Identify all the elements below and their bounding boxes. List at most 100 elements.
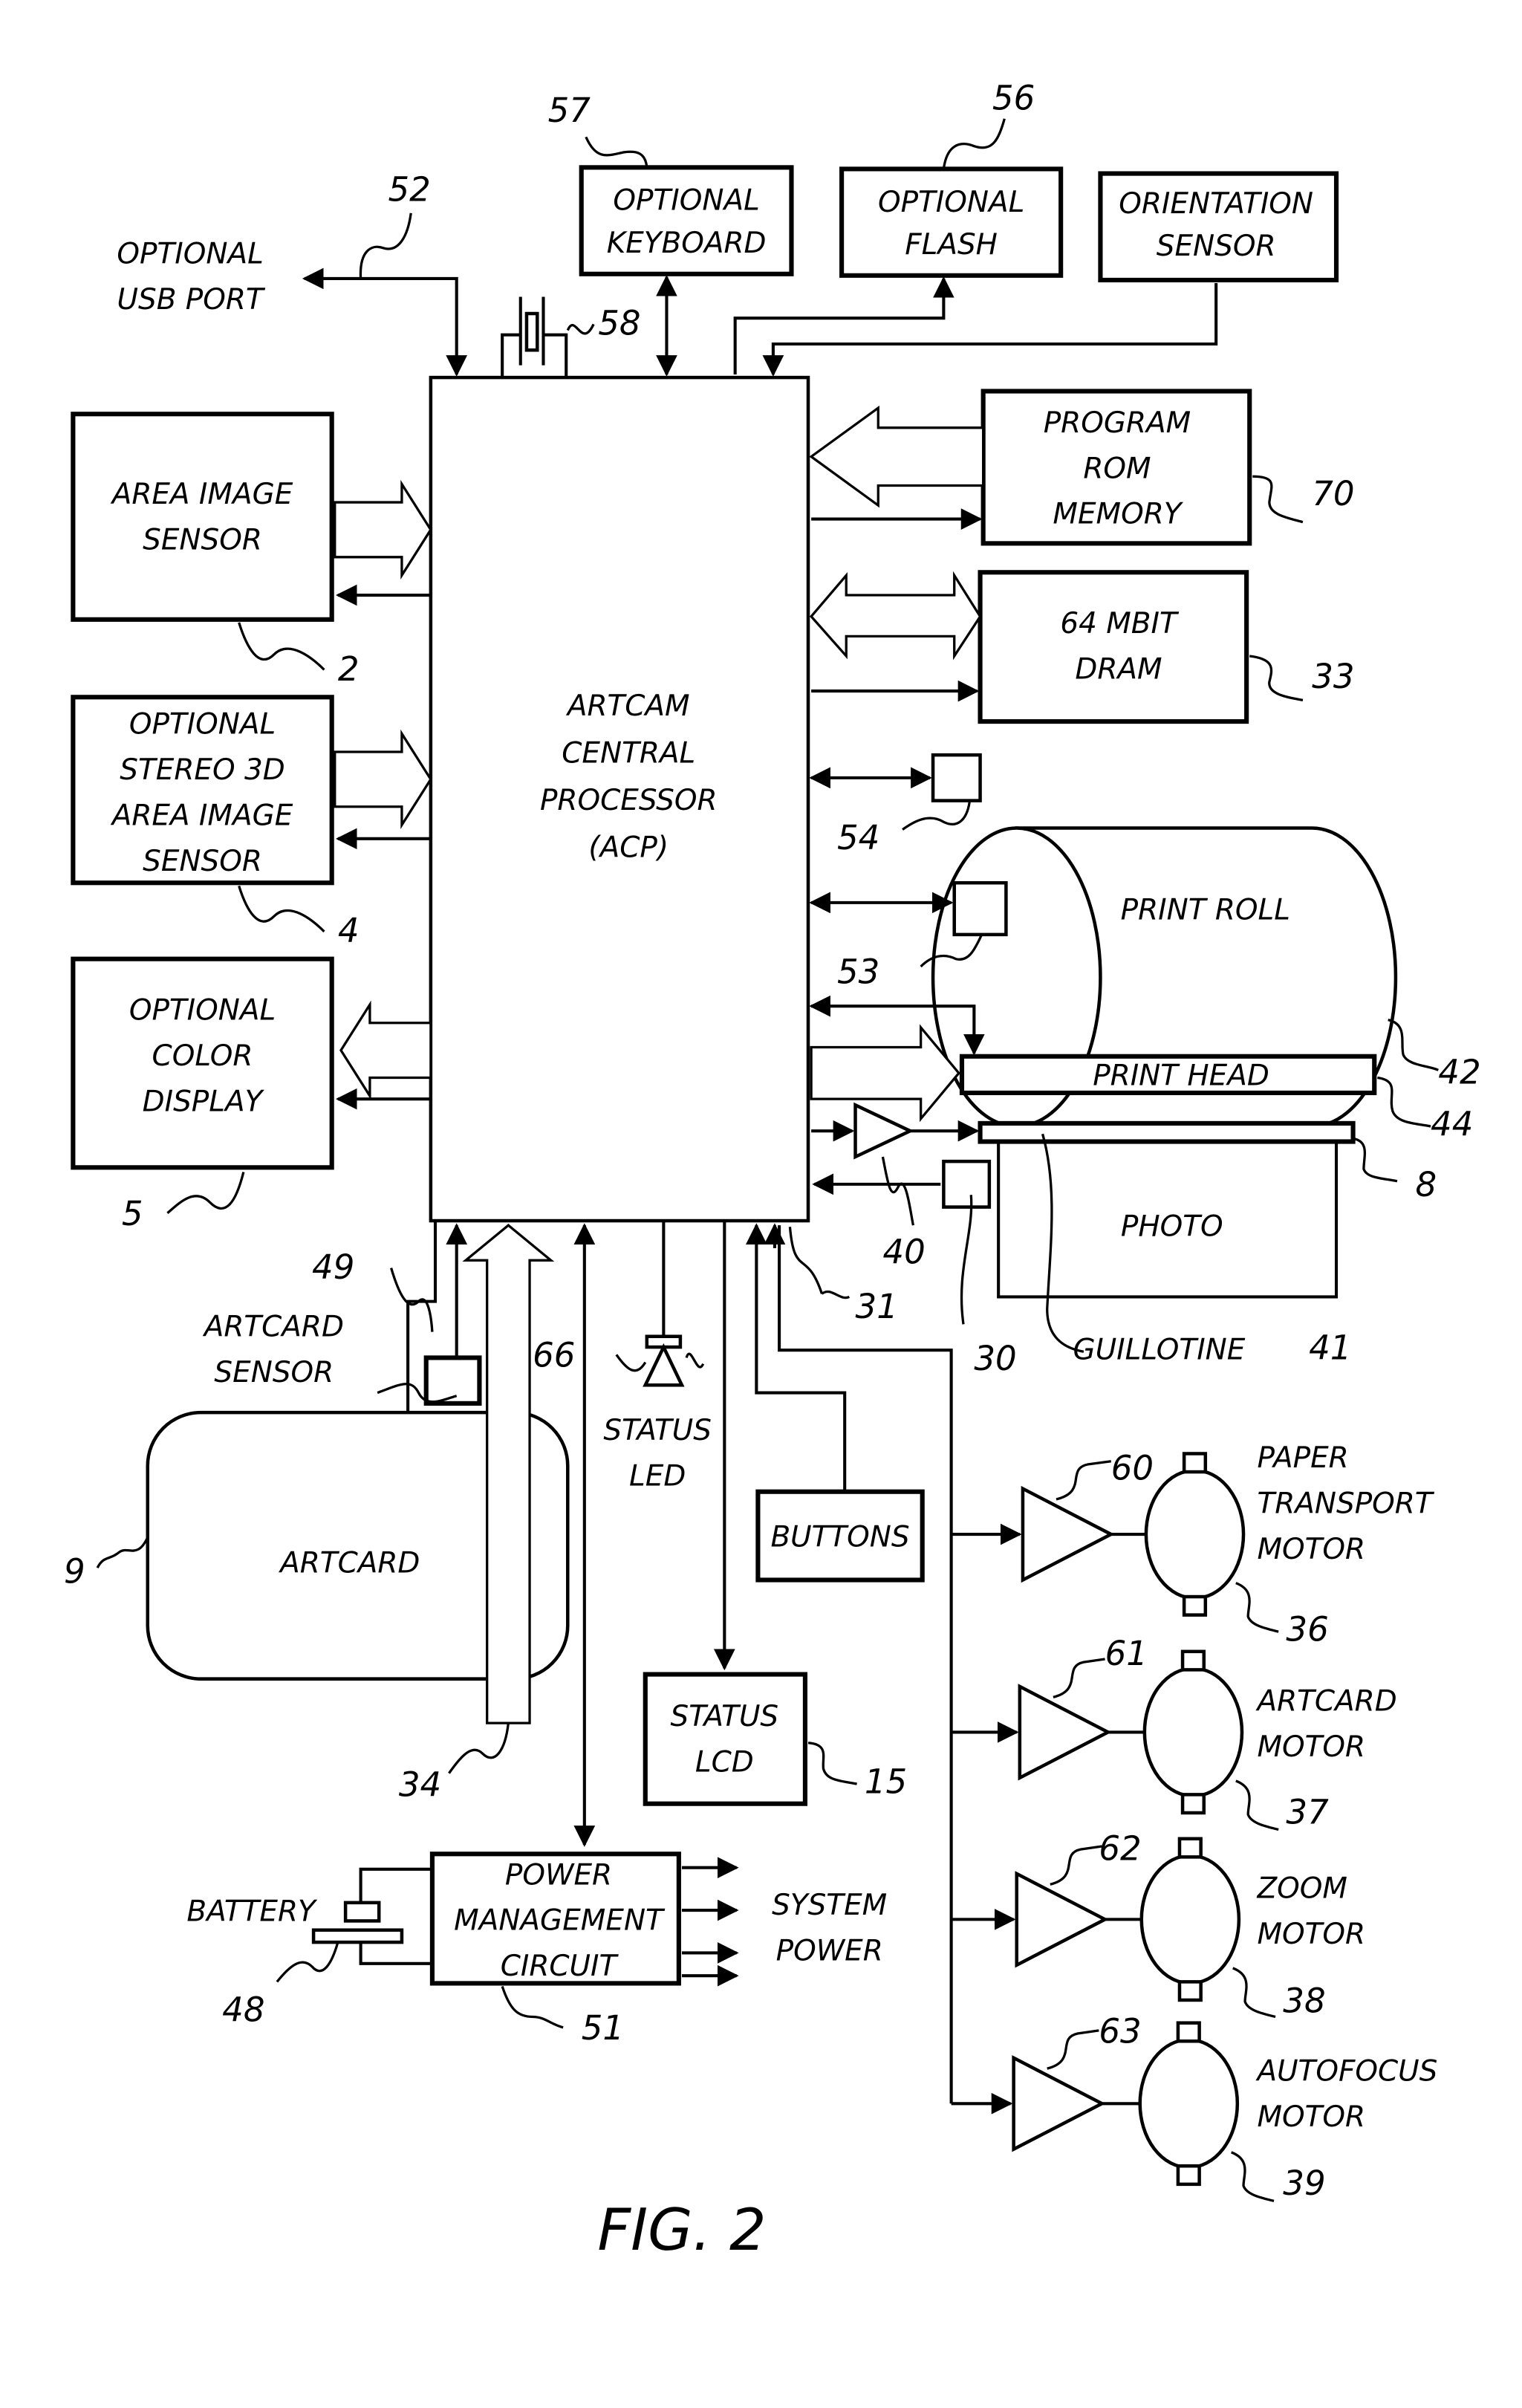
ref-15: 15 — [865, 1762, 907, 1801]
color-display-block: OPTIONAL COLOR DISPLAY 5 — [71, 956, 432, 1233]
dram-label-1: 64 MBIT — [1060, 607, 1180, 640]
ref-63: 63 — [1099, 2011, 1141, 2051]
buttons-label: BUTTONS — [770, 1520, 909, 1554]
status-led-label-2: LED — [629, 1460, 686, 1493]
ref-8: 8 — [1416, 1165, 1437, 1204]
crystal-58: 58 — [501, 296, 641, 378]
status-lcd-label-2: LCD — [695, 1746, 754, 1779]
area-sensor-label-2: SENSOR — [143, 524, 262, 557]
ref-61: 61 — [1105, 1634, 1148, 1673]
block-diagram: ARTCAM CENTRAL PROCESSOR (ACP) 31 OPTION… — [64, 79, 1481, 2264]
autofocus-motor-label-1: AUTOFOCUS — [1255, 2055, 1437, 2089]
status-lcd-label-1: STATUS — [671, 1700, 779, 1733]
dram-label-2: DRAM — [1075, 653, 1162, 687]
artcard-sensor-label-1: ARTCARD — [202, 1311, 344, 1344]
ref-52: 52 — [388, 169, 430, 209]
ref-51: 51 — [582, 2008, 624, 2048]
ref-57: 57 — [548, 91, 591, 130]
usb-label-1: OPTIONAL — [117, 237, 263, 270]
paper-motor-label-1: PAPER — [1257, 1441, 1348, 1475]
guillotine: 40 8 PHOTO GUILLOTINE 41 — [811, 1102, 1437, 1367]
ref-31: 31 — [856, 1287, 898, 1326]
rom-label-3: MEMORY — [1053, 498, 1183, 531]
ref-53: 53 — [837, 952, 879, 991]
rom-label-1: PROGRAM — [1044, 406, 1191, 440]
power-label-1: POWER — [505, 1858, 612, 1892]
ref-34: 34 — [399, 1765, 441, 1804]
keyboard-block: OPTIONAL KEYBOARD 57 — [548, 91, 794, 377]
artcard-sensor-label-2: SENSOR — [214, 1356, 334, 1389]
orientation-label-2: SENSOR — [1157, 230, 1276, 263]
power-management-block: POWER MANAGEMENT CIRCUIT SYSTEM POWER 51 — [429, 1852, 887, 2048]
ref-49: 49 — [312, 1247, 354, 1287]
battery-label: BATTERY — [186, 1895, 318, 1928]
ref-60: 60 — [1111, 1448, 1154, 1487]
display-label-1: OPTIONAL — [129, 994, 276, 1028]
system-power-label-2: POWER — [776, 1935, 883, 1968]
area-image-sensor-block: AREA IMAGE SENSOR 2 — [71, 412, 432, 689]
guillotine-label: GUILLOTINE — [1073, 1333, 1246, 1366]
display-label-3: DISPLAY — [143, 1085, 265, 1119]
autofocus-motor-label-2: MOTOR — [1257, 2100, 1365, 2134]
ref-4: 4 — [338, 911, 360, 950]
rom-label-2: ROM — [1083, 452, 1151, 485]
orientation-label-1: ORIENTATION — [1119, 187, 1313, 221]
stereo-label-1: OPTIONAL — [129, 707, 276, 741]
motor-paper-transport: 60 PAPER TRANSPORT MOTOR 36 — [951, 1441, 1435, 1649]
ref-5: 5 — [122, 1194, 143, 1233]
motor-artcard: 61 ARTCARD MOTOR 37 — [951, 1634, 1397, 1831]
print-roll-label: PRINT ROLL — [1121, 893, 1290, 926]
usb-label-2: USB PORT — [117, 283, 266, 317]
ref-33: 33 — [1312, 657, 1354, 696]
stereo-sensor-block: OPTIONAL STEREO 3D AREA IMAGE SENSOR 4 — [71, 695, 432, 950]
stereo-label-3: AREA IMAGE — [110, 799, 293, 832]
acp-label-4: (ACP) — [588, 831, 669, 864]
ref-38: 38 — [1283, 1981, 1325, 2020]
ref-41: 41 — [1309, 1328, 1351, 1367]
area-sensor-label-1: AREA IMAGE — [110, 478, 293, 511]
stereo-label-4: SENSOR — [143, 845, 262, 878]
paper-motor-label-2: TRANSPORT — [1257, 1487, 1434, 1520]
artcard-motor-label-2: MOTOR — [1257, 1730, 1365, 1764]
ref-42: 42 — [1438, 1053, 1480, 1092]
keyboard-label-2: KEYBOARD — [607, 227, 767, 260]
ref-39: 39 — [1283, 2164, 1325, 2203]
stereo-label-2: STEREO 3D — [120, 753, 284, 787]
power-label-2: MANAGEMENT — [454, 1904, 666, 1938]
ref-54: 54 — [837, 818, 879, 857]
figure-caption: FIG. 2 — [597, 2197, 766, 2264]
flash-label-2: FLASH — [905, 228, 998, 262]
ref-56: 56 — [992, 79, 1035, 118]
ref-2: 2 — [338, 649, 360, 689]
acp-label-1: ARTCAM — [565, 689, 690, 723]
paper-motor-label-3: MOTOR — [1257, 1533, 1365, 1566]
zoom-motor-label-1: ZOOM — [1256, 1872, 1347, 1906]
dram-block: 64 MBIT DRAM 33 — [809, 570, 1355, 724]
print-head-label: PRINT HEAD — [1093, 1059, 1269, 1093]
photo-label: PHOTO — [1121, 1210, 1223, 1244]
status-led-label-1: STATUS — [603, 1414, 712, 1447]
ref-58: 58 — [598, 304, 640, 343]
ref-36: 36 — [1286, 1609, 1328, 1649]
battery: BATTERY 48 — [186, 1867, 432, 2030]
acp-label-3: PROCESSOR — [540, 784, 718, 817]
artcard-label: ARTCARD — [278, 1546, 420, 1580]
artcard-motor-label-1: ARTCARD — [1255, 1685, 1396, 1719]
artcard-sensor: ARTCARD SENSOR 49 — [202, 1221, 482, 1431]
ref-62: 62 — [1099, 1828, 1141, 1868]
acp-label-2: CENTRAL — [562, 736, 695, 770]
motor-zoom: 62 ZOOM MOTOR 38 — [951, 1828, 1365, 2020]
power-label-3: CIRCUIT — [501, 1950, 619, 1983]
ref-66: 66 — [533, 1336, 575, 1375]
display-label-2: COLOR — [152, 1039, 253, 1073]
ref-37: 37 — [1286, 1792, 1329, 1831]
rom-block: PROGRAM ROM MEMORY 70 — [809, 389, 1355, 546]
keyboard-label-1: OPTIONAL — [613, 184, 759, 218]
ref-44: 44 — [1431, 1104, 1473, 1143]
motor-bus — [764, 1223, 953, 2104]
ref-9: 9 — [64, 1552, 85, 1591]
buttons-block: BUTTONS — [746, 1223, 925, 1583]
ref-70: 70 — [1312, 474, 1354, 513]
component-54: 54 — [809, 753, 982, 857]
system-power-label-1: SYSTEM — [772, 1889, 887, 1922]
